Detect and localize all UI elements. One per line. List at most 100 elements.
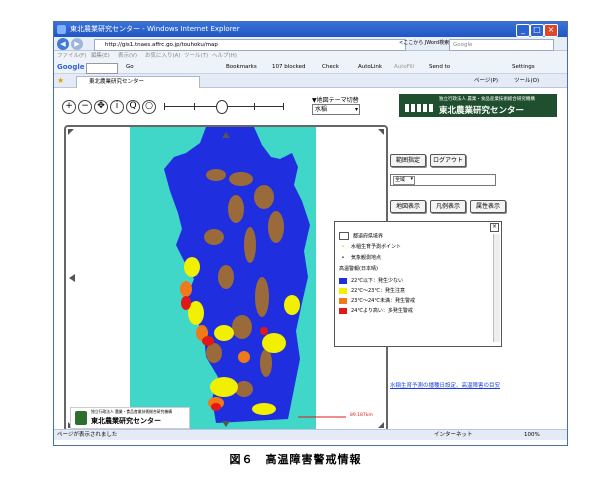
autofill-button[interactable]: AutoFill xyxy=(394,61,414,74)
autolink-button[interactable]: AutoLink xyxy=(358,61,382,74)
zoom-level[interactable]: 100% xyxy=(524,430,540,441)
page-content: + − ✥ i Q ○ ▼地図テーマ切替 水稲 ▾ 独立行政法人 農業・食品産業… xyxy=(54,88,567,432)
menu-bar: ファイル(F) 編集(E) 表示(V) お気に入り(A) ツール(T) ヘルプ(… xyxy=(54,51,567,61)
scale-label: 89.187km xyxy=(350,413,373,418)
logout-button[interactable]: ログアウト xyxy=(430,154,466,167)
page-menu[interactable]: ページ(P) xyxy=(474,74,498,88)
chevron-down-icon: ▾ xyxy=(410,176,413,182)
legend-scrollbar[interactable] xyxy=(493,234,500,342)
legend-label: 22℃〜23℃：発生注意 xyxy=(351,288,405,294)
pan-nw-arrow xyxy=(68,129,74,135)
slider-tick xyxy=(164,103,165,110)
menu-help[interactable]: ヘルプ(H) xyxy=(212,51,237,61)
legend-item: 高温警報(日本晴) xyxy=(339,265,378,272)
legend-label: 水稲生育予測ポイント xyxy=(351,244,402,250)
info-icon[interactable]: i xyxy=(110,100,124,114)
menu-favorites[interactable]: お気に入り(A) xyxy=(145,51,181,61)
legend-swatch xyxy=(339,297,347,304)
browser-window: 東北農業研究センター - Windows Internet Explorer _… xyxy=(53,21,568,446)
legend-item: 23℃〜24℃未満：発生警戒 xyxy=(339,297,415,304)
favorites-star-icon[interactable]: ★ xyxy=(57,74,64,88)
guide-link[interactable]: 水稲生育予測の播種日設定、高温障害の目安 xyxy=(390,381,500,389)
legend-label: 気象観測地点 xyxy=(351,255,382,261)
map-footer-name: 東北農業研究センター xyxy=(91,417,161,425)
tools-menu[interactable]: ツール(O) xyxy=(514,74,539,88)
legend-label: 22℃以下：発生少ない xyxy=(351,278,403,284)
attr-display-button[interactable]: 属性表示 xyxy=(470,200,506,213)
area-select-button[interactable]: 範囲指定 xyxy=(390,154,426,167)
tab-bar: ★ 東北農業研究センター ページ(P) ツール(O) xyxy=(54,74,567,89)
tab-title: 東北農業研究センター xyxy=(89,79,145,85)
close-button[interactable]: × xyxy=(544,24,558,37)
address-bar: ◀ ▶ http://gis1.tnaes.affrc.go.jp/touhok… xyxy=(54,37,567,51)
full-extent-icon[interactable]: ○ xyxy=(142,100,156,114)
logo-subtitle: 独立行政法人 農業・食品産業技術総合研究機構 xyxy=(439,97,535,102)
map-footer-org: 独立行政法人 農業・食品産業技術総合研究機構 xyxy=(91,409,172,414)
menu-file[interactable]: ファイル(F) xyxy=(57,51,86,61)
slider-tick xyxy=(283,103,284,110)
map-footer-logo: 独立行政法人 農業・食品産業技術総合研究機構 東北農業研究センター xyxy=(70,407,190,429)
window-title: 東北農業研究センター - Windows Internet Explorer xyxy=(70,25,240,33)
bookmarks-button[interactable]: Bookmarks xyxy=(226,61,257,74)
legend-label: 23℃〜24℃未満：発生警戒 xyxy=(351,298,415,304)
google-search-input[interactable] xyxy=(86,63,118,74)
figure-caption: 図６ 高温障害警戒情報 xyxy=(229,453,362,466)
jword-label: <ここから JWord検索 xyxy=(399,40,450,46)
menu-edit[interactable]: 編集(E) xyxy=(91,51,110,61)
zoom-in-icon[interactable]: + xyxy=(62,100,76,114)
region-select-value: 全域 xyxy=(395,177,406,183)
send-to-button[interactable]: Send to xyxy=(429,61,450,74)
theme-select[interactable]: 水稲 ▾ xyxy=(312,104,360,115)
legend-item: • 気象観測地点 xyxy=(339,254,382,262)
status-text: ページが表示されました xyxy=(57,432,118,438)
close-icon[interactable]: × xyxy=(490,223,499,232)
google-brand: Google xyxy=(57,63,85,71)
zoom-out-icon[interactable]: − xyxy=(78,100,92,114)
legend-label: 24℃より高い：多発生警戒 xyxy=(351,308,413,314)
legend-dot: • xyxy=(341,243,345,250)
legend-swatch xyxy=(339,287,347,294)
check-button[interactable]: Check xyxy=(322,61,339,74)
legend-item: 22℃〜23℃：発生注意 xyxy=(339,287,405,294)
search-icon[interactable]: Q xyxy=(126,100,140,114)
status-bar: ページが表示されました インターネット 100% xyxy=(54,429,567,440)
legend-dot: • xyxy=(341,254,345,261)
title-bar: 東北農業研究センター - Windows Internet Explorer _… xyxy=(54,22,567,37)
back-icon[interactable]: ◀ xyxy=(57,38,69,50)
legend-panel: × 都道府県境界 • 水稲生育予測ポイント • 気象観測地点 高温警報(日本晴) 2… xyxy=(334,221,502,347)
legend-swatch xyxy=(339,307,347,314)
chevron-down-icon: ▾ xyxy=(354,106,358,113)
pan-icon[interactable]: ✥ xyxy=(94,100,108,114)
region-select-wrap: 全域 ▾ xyxy=(390,174,496,186)
pan-ne-arrow xyxy=(378,129,384,135)
legend-swatch xyxy=(339,277,347,284)
region-select[interactable]: 全域 ▾ xyxy=(393,176,415,185)
logo-mark xyxy=(405,104,433,112)
header-logo: 独立行政法人 農業・食品産業技術総合研究機構 東北農業研究センター xyxy=(399,94,557,117)
url-input[interactable]: http://gis1.tnaes.affrc.go.jp/touhoku/ma… xyxy=(94,39,406,51)
ie-icon xyxy=(57,25,66,34)
legend-item: 22℃以下：発生少ない xyxy=(339,277,403,284)
zoom-slider-thumb[interactable] xyxy=(216,100,228,114)
legend-display-button[interactable]: 凡例表示 xyxy=(430,200,466,213)
menu-tools[interactable]: ツール(T) xyxy=(184,51,208,61)
legend-swatch xyxy=(339,232,349,240)
legend-label: 高温警報(日本晴) xyxy=(339,266,378,272)
legend-label: 都道府県境界 xyxy=(353,233,384,240)
theme-label: ▼地図テーマ切替 xyxy=(312,97,359,104)
pan-left-arrow xyxy=(69,274,75,282)
search-input[interactable]: Google xyxy=(449,39,554,51)
forward-icon[interactable]: ▶ xyxy=(71,38,83,50)
map-display-button[interactable]: 地図表示 xyxy=(390,200,426,213)
settings-button[interactable]: Settings xyxy=(512,61,535,74)
zone-indicator: インターネット xyxy=(434,432,473,438)
logo-title: 東北農業研究センター xyxy=(439,106,525,116)
minimize-button[interactable]: _ xyxy=(516,24,530,37)
maximize-button[interactable]: □ xyxy=(530,24,544,37)
menu-view[interactable]: 表示(V) xyxy=(118,51,137,61)
theme-select-value: 水稲 xyxy=(315,106,328,113)
google-go-button[interactable]: Go xyxy=(126,61,134,74)
popup-blocked-button[interactable]: 107 blocked xyxy=(272,61,306,74)
google-toolbar: Google Go Bookmarks 107 blocked Check Au… xyxy=(54,61,567,74)
pan-se-arrow xyxy=(378,422,384,428)
